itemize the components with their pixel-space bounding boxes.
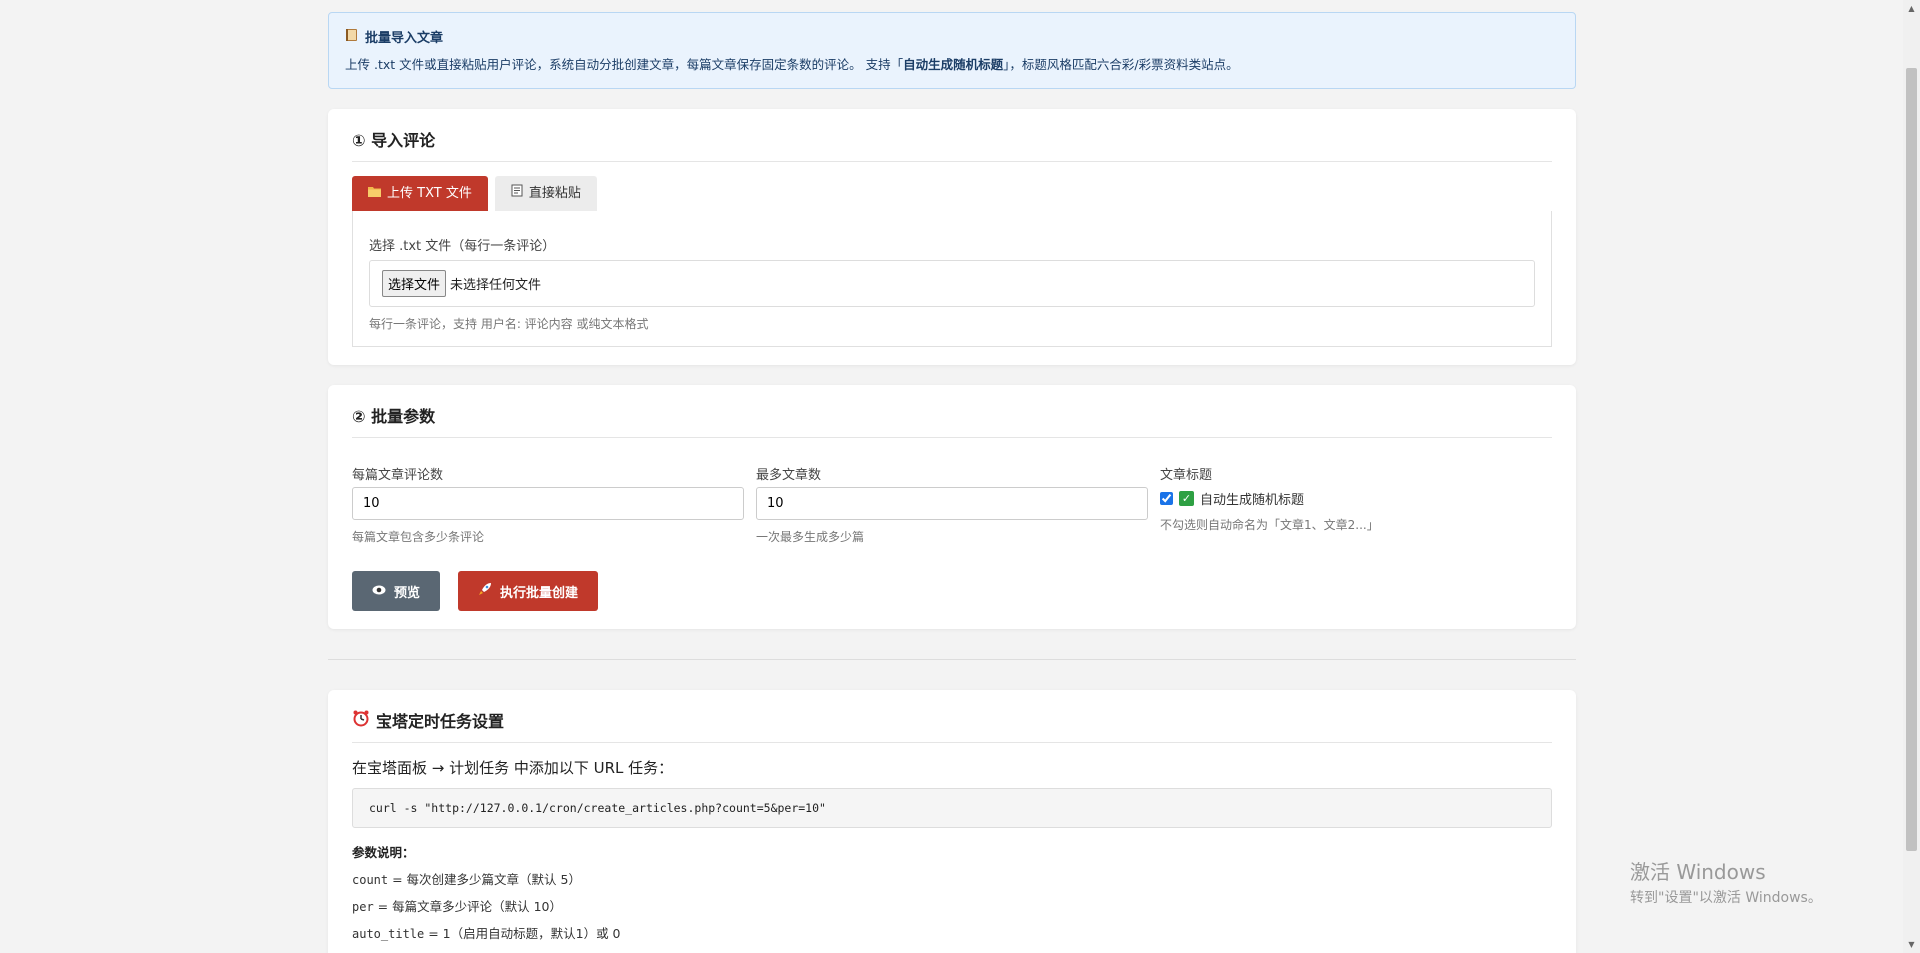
file-hint: 每行一条评论，支持 用户名: 评论内容 或纯文本格式: [369, 317, 649, 331]
cron-card: 宝塔定时任务设置 在宝塔面板 → 计划任务 中添加以下 URL 任务： curl…: [328, 690, 1576, 953]
folder-icon: [368, 176, 381, 211]
memo-icon: [511, 176, 523, 211]
check-mark-icon: ✓: [1179, 491, 1194, 506]
param-auto-title-note: auto_title = 1（启用自动标题，默认1）或 0: [352, 926, 621, 941]
title-param: 文章标题 ✓ 自动生成随机标题 不勾选则自动命名为「文章1、文章2...」: [1160, 468, 1379, 532]
params-title: 参数说明：: [352, 845, 415, 860]
max-articles-param: 最多文章数 一次最多生成多少篇: [756, 464, 1148, 545]
batch-actions: 预览 执行批量创建: [352, 571, 1552, 611]
scroll-down-arrow-icon[interactable]: ▼: [1903, 936, 1920, 953]
import-section-title: ① 导入评论: [352, 127, 1552, 162]
import-card: ① 导入评论 上传 TXT 文件 直接粘贴 选择 .txt 文件（每行一条评论）…: [328, 109, 1576, 365]
section-divider: [328, 659, 1576, 660]
scroll-up-arrow-icon[interactable]: ▲: [1903, 0, 1920, 17]
banner-description: 上传 .txt 文件或直接粘贴用户评论，系统自动分批创建文章，每篇文章保存固定条…: [345, 57, 1239, 72]
page-container: 批量导入文章 上传 .txt 文件或直接粘贴用户评论，系统自动分批创建文章，每篇…: [328, 12, 1576, 953]
batch-card: ② 批量参数 每篇文章评论数 每篇文章包含多少条评论 最多文章数 一次最多生成多…: [328, 385, 1576, 629]
cron-intro: 在宝塔面板 → 计划任务 中添加以下 URL 任务：: [352, 759, 674, 777]
page-scrollbar[interactable]: ▲ ▼: [1903, 0, 1920, 953]
param-per-note: per = 每篇文章多少评论（默认 10）: [352, 899, 562, 914]
import-tabs: 上传 TXT 文件 直接粘贴: [352, 176, 1552, 211]
info-banner: 批量导入文章 上传 .txt 文件或直接粘贴用户评论，系统自动分批创建文章，每篇…: [328, 12, 1576, 89]
rocket-icon: [478, 582, 492, 600]
file-input[interactable]: 选择文件 未选择任何文件: [369, 260, 1535, 307]
file-label: 选择 .txt 文件（每行一条评论）: [369, 239, 556, 254]
tab-direct-paste[interactable]: 直接粘贴: [494, 176, 597, 211]
banner-title: 批量导入文章: [365, 31, 444, 46]
cron-section-title: 宝塔定时任务设置: [376, 712, 505, 731]
upload-panel: 选择 .txt 文件（每行一条评论） 选择文件 未选择任何文件 每行一条评论，支…: [352, 211, 1552, 347]
file-status: 未选择任何文件: [450, 278, 542, 293]
batch-params: 每篇文章评论数 每篇文章包含多少条评论 最多文章数 一次最多生成多少篇 文章标题…: [352, 464, 1552, 545]
scroll-thumb[interactable]: [1906, 68, 1917, 851]
auto-title-label: 自动生成随机标题: [1200, 493, 1305, 508]
alarm-clock-icon: [352, 709, 370, 731]
book-icon: [345, 28, 359, 46]
eye-icon: [372, 584, 386, 599]
per-article-input[interactable]: [352, 487, 744, 520]
preview-button[interactable]: 预览: [352, 571, 441, 611]
param-count-note: count = 每次创建多少篇文章（默认 5）: [352, 872, 581, 887]
choose-file-button[interactable]: 选择文件: [382, 270, 447, 297]
max-articles-input[interactable]: [756, 487, 1148, 520]
cron-command: curl -s "http://127.0.0.1/cron/create_ar…: [352, 788, 1552, 828]
per-article-param: 每篇文章评论数 每篇文章包含多少条评论: [352, 464, 744, 545]
run-batch-button[interactable]: 执行批量创建: [458, 571, 599, 611]
windows-activation-watermark: 激活 Windows 转到"设置"以激活 Windows。: [1630, 860, 1822, 906]
tab-upload-txt[interactable]: 上传 TXT 文件: [352, 176, 488, 211]
batch-section-title: ② 批量参数: [352, 403, 1552, 438]
auto-title-checkbox[interactable]: [1160, 492, 1173, 505]
